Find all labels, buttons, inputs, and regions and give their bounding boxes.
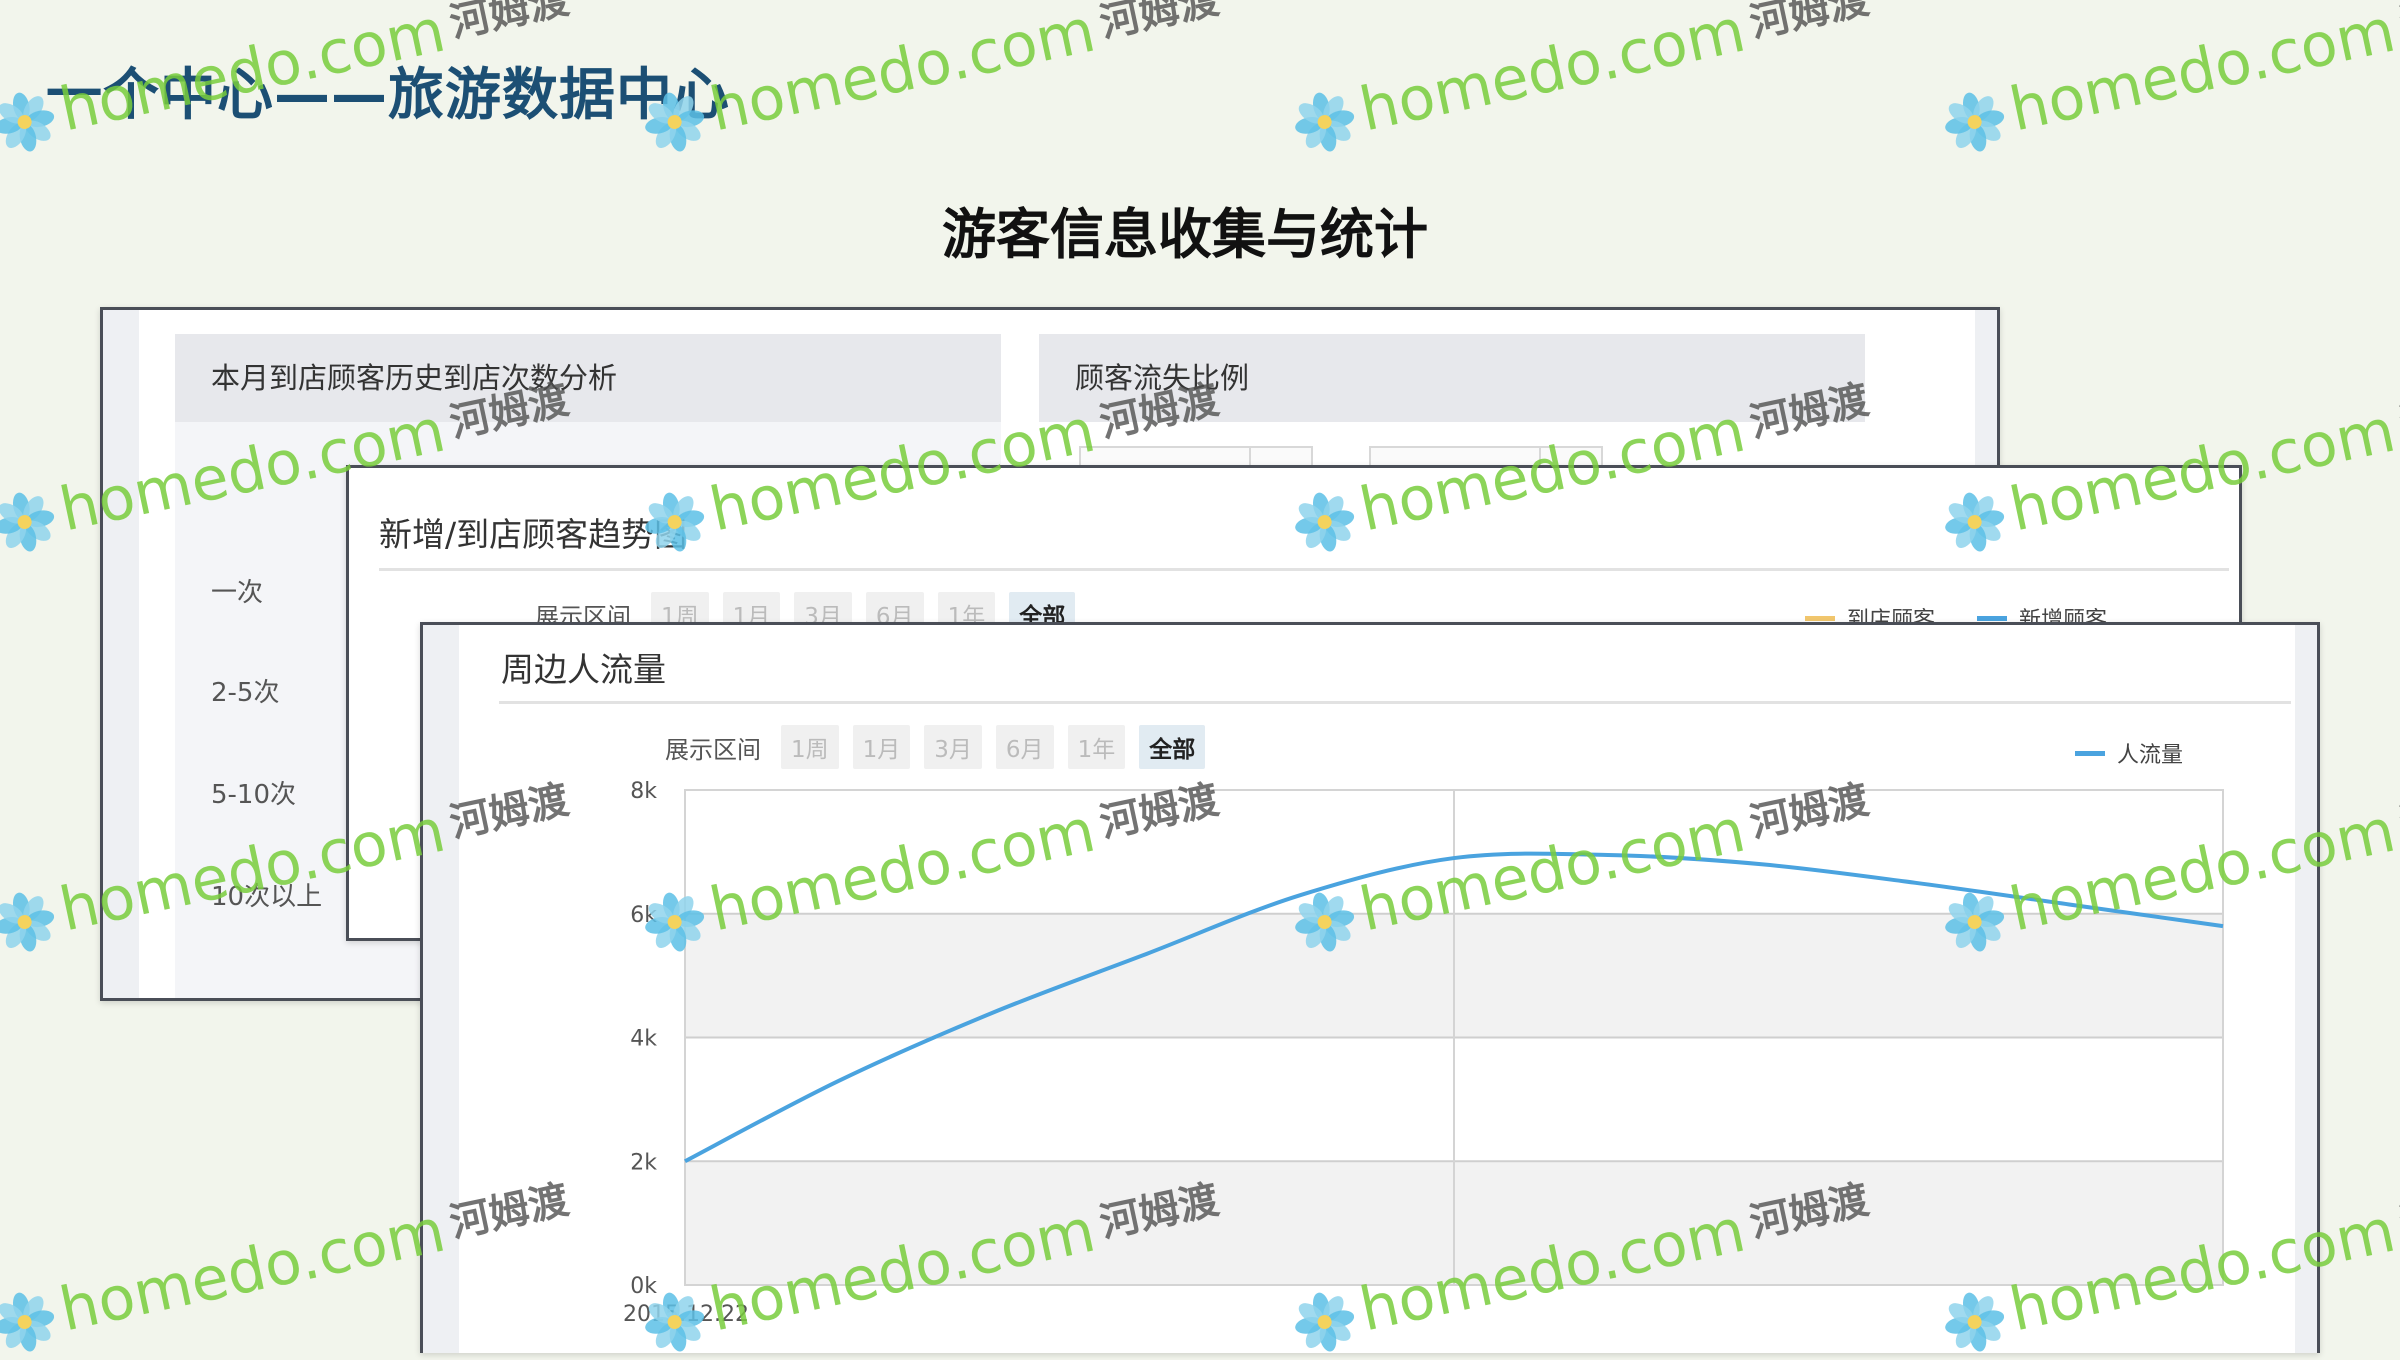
watermark-text: homedo.com: [1353, 0, 1751, 146]
y-tick-label: 2k: [630, 1150, 657, 1175]
panel-side-strip: [423, 625, 459, 1353]
watermark-text: homedo.com: [53, 1195, 451, 1346]
watermark-cn-text: 河姆渡: [2395, 776, 2400, 847]
flower-logo-icon: [0, 1292, 55, 1352]
x-tick-label: 2015.12.22: [623, 1302, 749, 1327]
watermark-text: homedo.com: [2003, 0, 2400, 146]
watermark-cn-text: 河姆渡: [445, 0, 573, 47]
visit-count-card-title: 本月到店顾客历史到店次数分析: [175, 334, 1001, 422]
panel-side-strip: [103, 310, 139, 998]
flower-logo-icon: [0, 492, 55, 552]
divider: [379, 568, 2229, 571]
watermark-cn-text: 河姆渡: [1745, 0, 1873, 47]
watermark-cn-text: 河姆渡: [2395, 376, 2400, 447]
legend-swatch: [1805, 615, 1835, 621]
y-tick-label: 0k: [630, 1274, 657, 1299]
y-tick-label: 4k: [630, 1027, 657, 1052]
watermark-cn-text: 河姆渡: [2395, 0, 2400, 47]
slide-title: 一个中心——旅游数据中心: [46, 63, 730, 128]
homedo-watermark: homedo.com 河姆渡: [1935, 0, 2400, 160]
foot-traffic-panel: 周边人流量 展示区间 1周 1月 3月 6月 1年 全部 人流量 0k 2k 4k 6…: [420, 622, 2320, 1353]
flower-logo-icon: [1945, 92, 2005, 152]
watermark-cn-text: 河姆渡: [2395, 1176, 2400, 1247]
flower-logo-icon: [0, 892, 55, 952]
foot-traffic-chart: 0k 2k 4k 6k 8k 2015.12.22: [623, 779, 2224, 1327]
watermark-text: homedo.com: [703, 0, 1101, 146]
y-tick-label: 8k: [630, 779, 657, 804]
visit-row-label: 10次以上: [211, 882, 323, 912]
churn-ratio-card-title: 顾客流失比例: [1039, 334, 1865, 422]
y-tick-label: 6k: [630, 903, 657, 928]
visit-row-label: 2-5次: [211, 678, 280, 708]
visit-row-label: 5-10次: [211, 780, 297, 810]
flower-logo-icon: [1295, 92, 1355, 152]
visit-row-label: 一次: [211, 578, 264, 608]
homedo-watermark: homedo.com 河姆渡: [1285, 0, 1876, 160]
trend-panel-title: 新增/到店顾客趋势图: [379, 515, 688, 554]
slide-subtitle: 游客信息收集与统计: [942, 203, 1428, 266]
watermark-cn-text: 河姆渡: [1095, 0, 1223, 47]
legend-swatch: [1977, 615, 2007, 621]
